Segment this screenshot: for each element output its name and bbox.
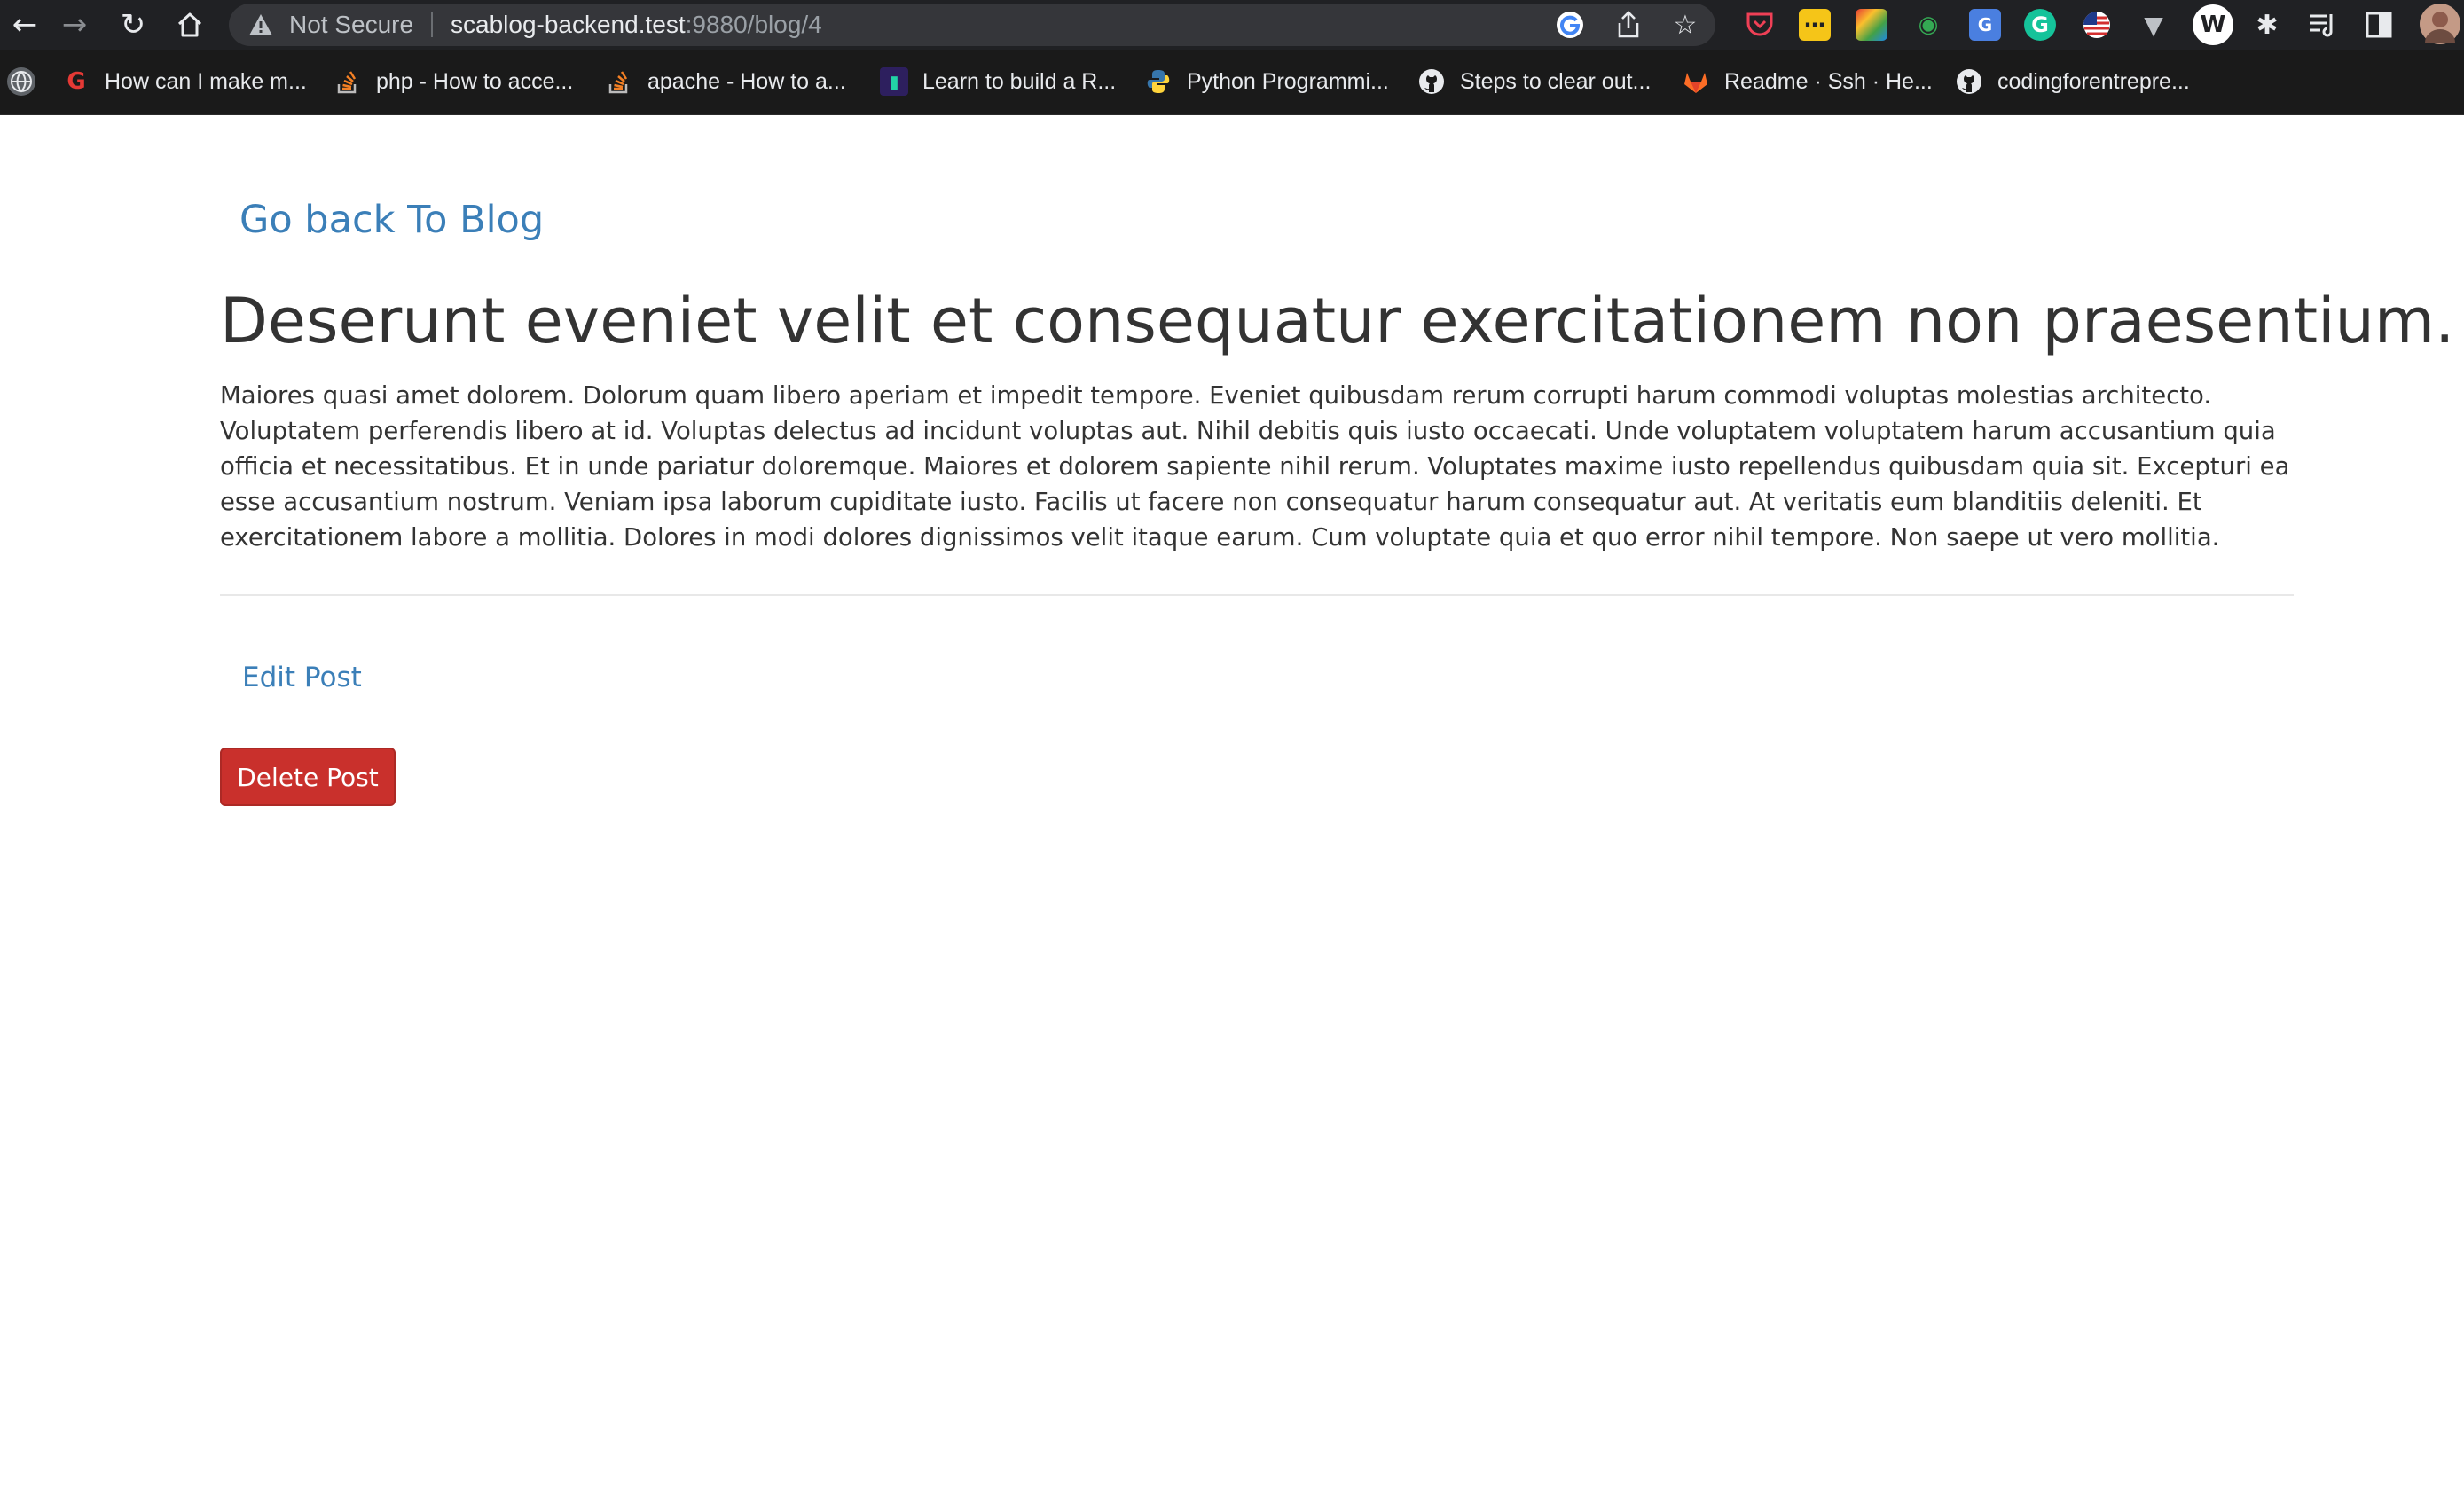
extensions-puzzle-icon[interactable]: ✱ [2251, 9, 2283, 41]
bookmark-label: Learn to build a R... [922, 68, 1117, 94]
colorful-extension-icon[interactable] [1856, 9, 1887, 41]
profile-avatar[interactable] [2420, 4, 2460, 44]
bookmark-item[interactable]: G How can I make m... [62, 50, 307, 114]
url-path: :9880/blog/4 [685, 11, 822, 38]
bookmarks-bar: G How can I make m... php - How to acce.… [0, 50, 2464, 115]
back-to-blog-link[interactable]: Go back To Blog [239, 193, 544, 247]
bookmark-label: How can I make m... [105, 68, 307, 94]
bookmark-item[interactable]: php - How to acce... [334, 50, 573, 114]
home-icon[interactable] [165, 4, 215, 46]
book-icon: ▮ [880, 67, 908, 96]
apps-icon[interactable] [7, 50, 35, 114]
us-flag-extension-icon[interactable] [2081, 9, 2113, 41]
bookmark-label: Readme · Ssh · He... [1724, 68, 1933, 94]
divider [220, 594, 2294, 596]
bookmark-label: Steps to clear out... [1460, 68, 1652, 94]
globe-icon [7, 67, 35, 96]
g-icon: G [67, 68, 86, 95]
bookmark-item[interactable]: codingforentrepre... [1955, 50, 2190, 114]
back-arrow-icon[interactable]: ← [0, 4, 50, 46]
tripadvisor-extension-icon[interactable]: ◉ [1912, 9, 1944, 41]
bookmark-item[interactable]: ▮ Learn to build a R... [880, 50, 1116, 114]
omnibox-divider [431, 12, 433, 37]
bookmark-label: php - How to acce... [376, 68, 574, 94]
forward-arrow-icon[interactable]: → [50, 4, 99, 46]
google-lens-icon[interactable] [1554, 9, 1586, 41]
grammarly-extension-icon[interactable]: G [2024, 9, 2056, 41]
pocket-extension-icon[interactable] [1744, 9, 1776, 41]
url-host: scablog-backend.test [451, 11, 686, 38]
side-panel-icon[interactable] [2363, 9, 2395, 41]
url-text[interactable]: scablog-backend.test:9880/blog/4 [451, 12, 822, 37]
wordpress-extension-icon[interactable]: W [2193, 4, 2233, 45]
post-body: Maiores quasi amet dolorem. Dolorum quam… [220, 381, 2290, 552]
page-content: Go back To Blog Deserunt eveniet velit e… [0, 115, 2464, 1504]
reload-icon[interactable]: ↻ [108, 4, 158, 46]
bookmark-label: codingforentrepre... [1997, 68, 2190, 94]
python-icon [1144, 67, 1173, 96]
bookmark-item[interactable]: Python Programmi... [1144, 50, 1389, 114]
reading-list-icon[interactable] [2306, 9, 2338, 41]
stackoverflow-icon [605, 67, 633, 96]
bookmark-star-icon[interactable]: ☆ [1669, 9, 1701, 41]
bookmark-label: Python Programmi... [1187, 68, 1389, 94]
edit-post-link[interactable]: Edit Post [242, 658, 362, 697]
browser-toolbar: ← → ↻ Not Secure scablog-backend.test:98… [0, 0, 2464, 50]
stackoverflow-icon [334, 67, 362, 96]
notes-extension-icon[interactable]: ⋯ [1799, 9, 1831, 41]
delete-post-button[interactable]: Delete Post [220, 748, 396, 806]
vue-devtools-extension-icon[interactable]: ▼ [2138, 9, 2170, 41]
warning-icon[interactable] [247, 11, 275, 39]
gitlab-icon [1682, 67, 1710, 96]
bookmark-item[interactable]: apache - How to a... [605, 50, 846, 114]
share-icon[interactable] [1613, 9, 1644, 41]
security-label[interactable]: Not Secure [289, 12, 413, 37]
post-title: Deserunt eveniet velit et consequatur ex… [220, 285, 2455, 357]
bookmark-item[interactable]: Readme · Ssh · He... [1682, 50, 1933, 114]
address-bar[interactable]: Not Secure scablog-backend.test:9880/blo… [229, 4, 1715, 46]
github-icon [1955, 67, 1983, 96]
translate-extension-icon[interactable]: G [1969, 9, 2001, 41]
bookmark-label: apache - How to a... [647, 68, 846, 94]
github-icon [1417, 67, 1446, 96]
bookmark-item[interactable]: Steps to clear out... [1417, 50, 1651, 114]
